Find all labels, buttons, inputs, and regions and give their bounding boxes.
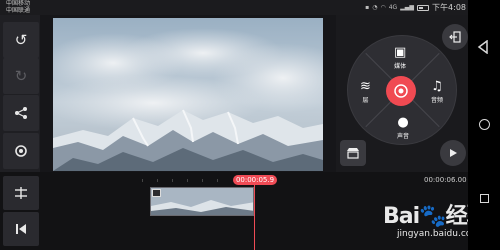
share-button[interactable] xyxy=(3,95,39,131)
voice-button[interactable]: ● 声音 xyxy=(397,115,410,141)
camera-shutter-icon xyxy=(394,84,408,98)
signal-text: 4G xyxy=(388,4,398,11)
microphone-icon: ● xyxy=(397,115,409,130)
playhead[interactable] xyxy=(254,181,255,250)
status-bar: 中国移动 中国联通 ▪ ◔ ◠ 4G ▂▄▆ 下午4:08 xyxy=(0,0,468,15)
carrier-line-2: 中国联通 xyxy=(6,6,31,14)
clip-thumbnail xyxy=(151,188,253,215)
record-button[interactable] xyxy=(386,76,416,106)
timeline-adjust-button[interactable] xyxy=(3,176,39,210)
play-button[interactable] xyxy=(440,140,466,166)
layer-label: 层 xyxy=(362,97,369,104)
ruler-tick xyxy=(172,179,173,182)
layer-button[interactable]: ≋ 层 xyxy=(360,79,371,105)
music-note-icon: ♫ xyxy=(431,79,443,94)
battery-icon xyxy=(417,4,430,11)
nav-back-icon[interactable] xyxy=(477,40,489,54)
media-button[interactable]: ▣ 媒体 xyxy=(394,45,407,71)
audio-button[interactable]: ♫ 音频 xyxy=(431,79,444,105)
notification-icon: ▪ xyxy=(365,4,370,11)
settings-button[interactable] xyxy=(3,133,39,169)
media-label: 媒体 xyxy=(394,63,407,70)
paw-logo-icon: 🐾 xyxy=(419,204,446,229)
video-preview[interactable] xyxy=(53,18,323,171)
redo-button[interactable]: ↻ xyxy=(3,58,39,94)
share-icon xyxy=(15,107,27,119)
nav-recent-icon[interactable] xyxy=(480,194,489,203)
image-icon xyxy=(152,189,161,197)
ruler-tick xyxy=(202,179,203,182)
ruler-tick xyxy=(157,179,158,182)
video-clip[interactable] xyxy=(150,187,254,216)
export-icon xyxy=(449,31,461,43)
redo-icon: ↻ xyxy=(14,67,28,85)
adjust-icon xyxy=(15,187,27,199)
signal-icon: ▂▄▆ xyxy=(400,4,415,11)
store-button[interactable] xyxy=(340,140,366,166)
carrier-info: 中国移动 中国联通 xyxy=(6,0,31,14)
undo-button[interactable]: ↺ xyxy=(3,22,39,58)
skip-to-start-button[interactable] xyxy=(3,212,39,246)
status-icons: ▪ ◔ ◠ 4G ▂▄▆ 下午4:08 xyxy=(365,2,466,13)
clock-time: 下午4:08 xyxy=(432,3,466,12)
voice-label: 声音 xyxy=(397,133,410,140)
video-editor-screen: 中国移动 中国联通 ▪ ◔ ◠ 4G ▂▄▆ 下午4:08 ↺ ↻ ▣ 媒体 ≋… xyxy=(0,0,500,250)
ruler-tick xyxy=(142,179,143,182)
audio-label: 音频 xyxy=(431,97,444,104)
alarm-icon: ◔ xyxy=(372,4,378,11)
skip-start-icon xyxy=(16,224,26,234)
total-duration: 00:00:06.00 xyxy=(424,176,467,184)
undo-icon: ↺ xyxy=(14,31,28,49)
ruler-tick xyxy=(217,179,218,182)
nav-home-icon[interactable] xyxy=(479,119,490,130)
export-button[interactable] xyxy=(442,24,468,50)
settings-icon xyxy=(15,145,27,157)
play-icon xyxy=(450,149,457,157)
mountain-preview-image xyxy=(53,18,323,171)
current-time: 00:00:05.9 xyxy=(233,175,277,185)
wifi-icon: ◠ xyxy=(380,4,386,11)
store-icon xyxy=(347,148,359,159)
media-icon: ▣ xyxy=(394,45,407,60)
ruler-tick xyxy=(187,179,188,182)
layers-icon: ≋ xyxy=(360,79,371,94)
watermark-logo-text: Bai xyxy=(383,204,420,229)
